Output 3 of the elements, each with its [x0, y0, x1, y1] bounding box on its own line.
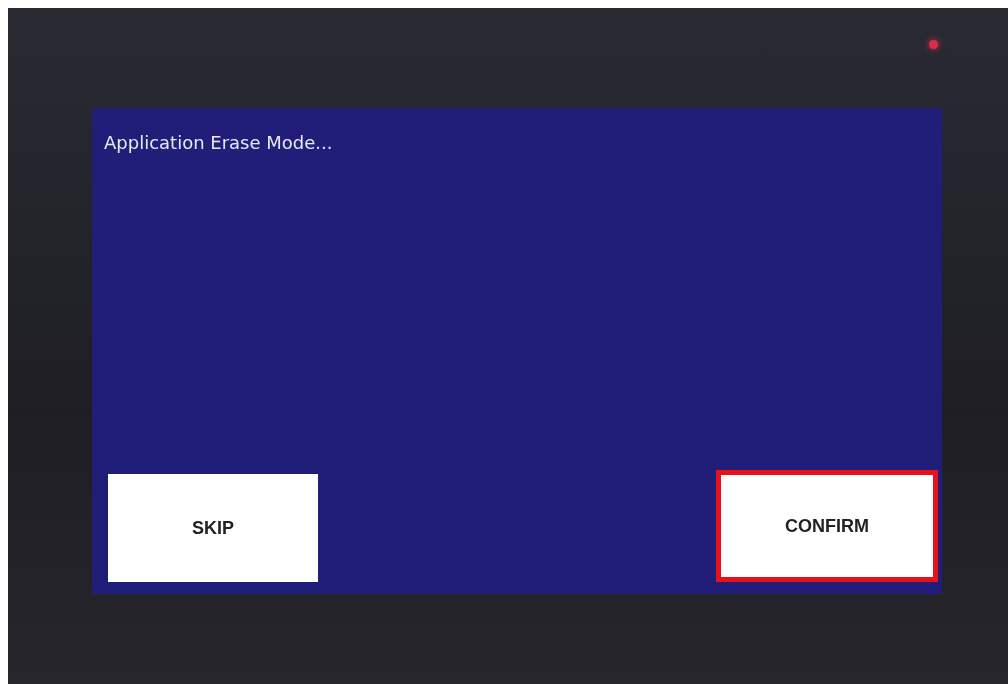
action-button[interactable]: SKIP [108, 474, 318, 582]
action-button[interactable]: CONFIRM [716, 470, 938, 582]
status-message: Application Erase Mode... [104, 132, 333, 153]
